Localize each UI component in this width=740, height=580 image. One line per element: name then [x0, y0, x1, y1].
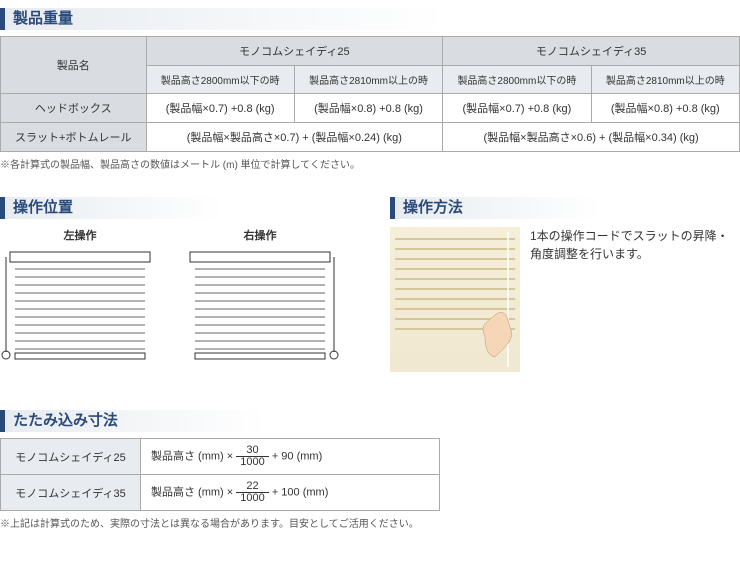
- weight-table: 製品名 モノコムシェイディ25 モノコムシェイディ35 製品高さ2800mm以下…: [0, 36, 740, 152]
- th-sub3: 製品高さ2800mm以下の時: [443, 66, 591, 94]
- th-sub2: 製品高さ2810mm以上の時: [294, 66, 442, 94]
- fold-row2-formula: 製品高さ (mm) × 221000 + 100 (mm): [141, 475, 440, 511]
- section-title-weight: 製品重量: [0, 8, 740, 30]
- blind-right-diagram: [180, 247, 340, 367]
- fold-row1-formula: 製品高さ (mm) × 301000 + 90 (mm): [141, 439, 440, 475]
- row1-c2: (製品幅×0.8) +0.8 (kg): [294, 94, 442, 123]
- row2-c1: (製品幅×製品高さ×0.7) + (製品幅×0.24) (kg): [146, 123, 443, 152]
- th-sub1: 製品高さ2800mm以下の時: [146, 66, 294, 94]
- hand-icon: [475, 307, 525, 367]
- blind-left-diagram: [0, 247, 160, 367]
- position-right-block: 右操作: [180, 227, 340, 370]
- method-text: 1本の操作コードでスラットの昇降・角度調整を行います。: [530, 227, 740, 263]
- position-right-label: 右操作: [180, 227, 340, 243]
- th-sub4: 製品高さ2810mm以上の時: [591, 66, 739, 94]
- weight-note: ※各計算式の製品幅、製品高さの数値はメートル (m) 単位で計算してください。: [0, 156, 740, 171]
- row2-label: スラット+ボトムレール: [1, 123, 147, 152]
- section-title-position: 操作位置: [0, 197, 370, 219]
- row1-c4: (製品幅×0.8) +0.8 (kg): [591, 94, 739, 123]
- row1-label: ヘッドボックス: [1, 94, 147, 123]
- position-left-block: 左操作: [0, 227, 160, 370]
- th-group1: モノコムシェイディ25: [146, 37, 443, 66]
- fold-note: ※上記は計算式のため、実際の寸法とは異なる場合があります。目安としてご活用くださ…: [0, 515, 740, 530]
- row1-c1: (製品幅×0.7) +0.8 (kg): [146, 94, 294, 123]
- position-left-label: 左操作: [0, 227, 160, 243]
- fold-table: モノコムシェイディ25 製品高さ (mm) × 301000 + 90 (mm)…: [0, 438, 440, 511]
- fold-row2-label: モノコムシェイディ35: [1, 475, 141, 511]
- section-title-fold: たたみ込み寸法: [0, 410, 440, 432]
- section-title-method: 操作方法: [390, 197, 740, 219]
- th-group2: モノコムシェイディ35: [443, 37, 740, 66]
- row1-c3: (製品幅×0.7) +0.8 (kg): [443, 94, 591, 123]
- fold-row1-label: モノコムシェイディ25: [1, 439, 141, 475]
- method-image: [390, 227, 520, 372]
- th-product: 製品名: [1, 37, 147, 94]
- row2-c2: (製品幅×製品高さ×0.6) + (製品幅×0.34) (kg): [443, 123, 740, 152]
